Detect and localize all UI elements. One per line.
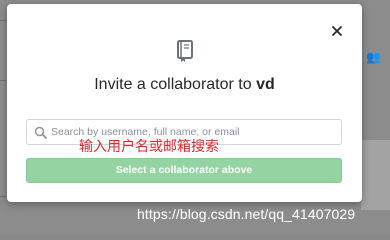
select-collaborator-button[interactable]: Select a collaborator above: [26, 158, 342, 183]
red-annotation-text: 输入用户名或邮箱搜索: [79, 139, 219, 155]
dialog-title: Invite a collaborator to vd: [7, 76, 362, 94]
dialog-title-prefix: Invite a collaborator to: [94, 76, 257, 93]
watermark-url: https://blog.csdn.net/qq_41407029: [137, 206, 356, 222]
repo-name: vd: [256, 76, 275, 93]
invite-collaborator-dialog: Invite a collaborator to vd Select a col…: [7, 4, 362, 202]
people-icon: 👥: [366, 50, 381, 64]
search-icon: [34, 126, 47, 139]
background-page-edge: [0, 0, 6, 234]
close-icon[interactable]: [330, 24, 344, 38]
repo-book-icon: [175, 39, 195, 63]
background-panel: [361, 140, 390, 210]
